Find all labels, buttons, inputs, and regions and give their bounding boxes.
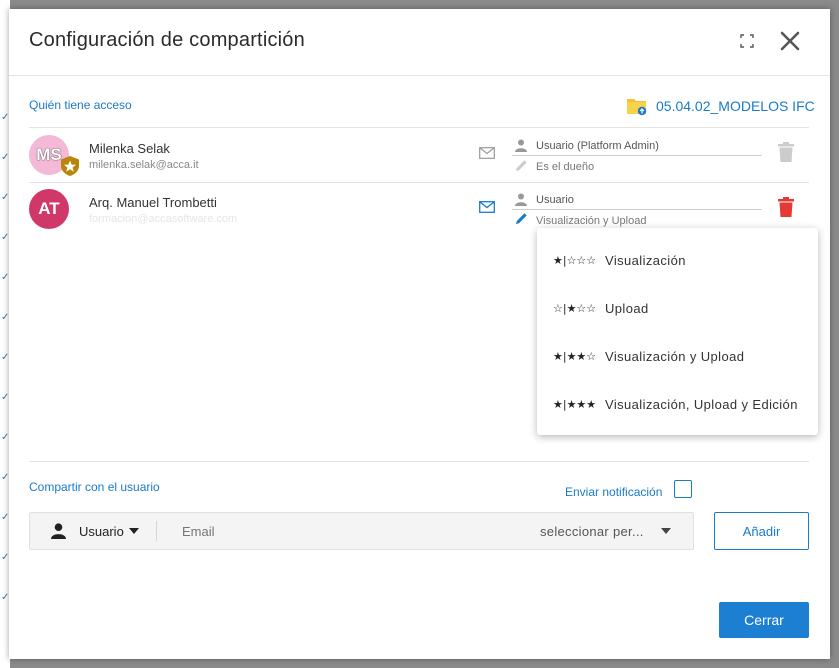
permission-option-label: Visualización, Upload y Edición bbox=[605, 396, 798, 412]
share-section-label: Compartir con el usuario bbox=[29, 480, 160, 494]
user-type-select[interactable]: Usuario bbox=[30, 513, 156, 549]
divider bbox=[29, 461, 809, 462]
dialog-title: Configuración de compartición bbox=[29, 29, 305, 51]
user-type-label: Usuario bbox=[79, 524, 124, 539]
mail-icon[interactable] bbox=[479, 201, 495, 213]
trash-icon bbox=[778, 142, 794, 162]
user-role[interactable]: Usuario bbox=[536, 194, 574, 206]
permission-stars: ★|★★☆ bbox=[553, 349, 597, 363]
shared-folder[interactable]: 05.04.02_MODELOS IFC bbox=[626, 95, 815, 117]
avatar: AT bbox=[29, 189, 69, 229]
user-name: Arq. Manuel Trombetti bbox=[89, 195, 217, 210]
user-permission[interactable]: Visualización y Upload bbox=[536, 215, 646, 227]
close-button[interactable]: Cerrar bbox=[719, 602, 809, 638]
share-input-bar: Usuario seleccionar per... bbox=[29, 512, 694, 550]
chevron-down-icon bbox=[661, 528, 671, 534]
user-permission: Es el dueño bbox=[536, 161, 595, 173]
admin-star-badge-icon bbox=[61, 156, 79, 176]
permission-option-label: Visualización y Upload bbox=[605, 348, 745, 364]
dialog-header: Configuración de compartición bbox=[9, 9, 830, 76]
access-section-label: Quién tiene acceso bbox=[29, 98, 132, 112]
user-email: milenka.selak@acca.it bbox=[89, 159, 199, 171]
user-email: formacion@accasoftware.com bbox=[89, 213, 238, 225]
permission-option-label: Visualización bbox=[605, 252, 686, 268]
permission-option-label: Upload bbox=[605, 300, 649, 316]
notify-checkbox[interactable] bbox=[674, 480, 692, 498]
shared-folder-icon bbox=[627, 99, 647, 116]
role-underline bbox=[512, 209, 762, 210]
user-role: Usuario (Platform Admin) bbox=[536, 140, 659, 152]
avatar-initials: AT bbox=[38, 199, 60, 218]
notify-label: Enviar notificación bbox=[565, 485, 663, 499]
permission-option-upload[interactable]: ☆|★☆☆ Upload bbox=[537, 284, 818, 332]
person-icon bbox=[51, 523, 66, 539]
divider bbox=[29, 127, 809, 128]
permission-option-view[interactable]: ★|☆☆☆ Visualización bbox=[537, 236, 818, 284]
expand-icon[interactable] bbox=[740, 34, 754, 48]
user-name: Milenka Selak bbox=[89, 141, 170, 156]
chevron-down-icon bbox=[129, 528, 139, 534]
sharing-settings-dialog: Configuración de compartición Quién tien… bbox=[9, 9, 830, 659]
person-icon bbox=[515, 193, 527, 206]
permission-dropdown-menu: ★|☆☆☆ Visualización ☆|★☆☆ Upload ★|★★☆ V… bbox=[537, 228, 818, 435]
permission-option-view-upload-edit[interactable]: ★|★★★ Visualización, Upload y Edición bbox=[537, 380, 818, 428]
avatar-initials: MS bbox=[36, 145, 62, 164]
email-input[interactable] bbox=[180, 519, 514, 543]
permission-stars: ★|★★★ bbox=[553, 397, 597, 411]
separator bbox=[156, 521, 157, 541]
role-underline bbox=[512, 155, 762, 156]
pencil-icon[interactable] bbox=[515, 212, 528, 225]
permission-select[interactable]: seleccionar per... bbox=[540, 513, 690, 549]
pencil-icon bbox=[516, 160, 527, 171]
permission-option-view-upload[interactable]: ★|★★☆ Visualización y Upload bbox=[537, 332, 818, 380]
mail-icon[interactable] bbox=[479, 147, 495, 159]
person-icon bbox=[515, 139, 527, 152]
trash-icon[interactable] bbox=[778, 197, 794, 217]
folder-name: 05.04.02_MODELOS IFC bbox=[656, 98, 815, 114]
close-icon[interactable] bbox=[779, 30, 801, 52]
add-button[interactable]: Añadir bbox=[714, 512, 809, 550]
permission-select-placeholder: seleccionar per... bbox=[540, 524, 644, 539]
permission-stars: ★|☆☆☆ bbox=[553, 253, 597, 267]
permission-stars: ☆|★☆☆ bbox=[553, 301, 597, 315]
divider bbox=[29, 182, 809, 183]
